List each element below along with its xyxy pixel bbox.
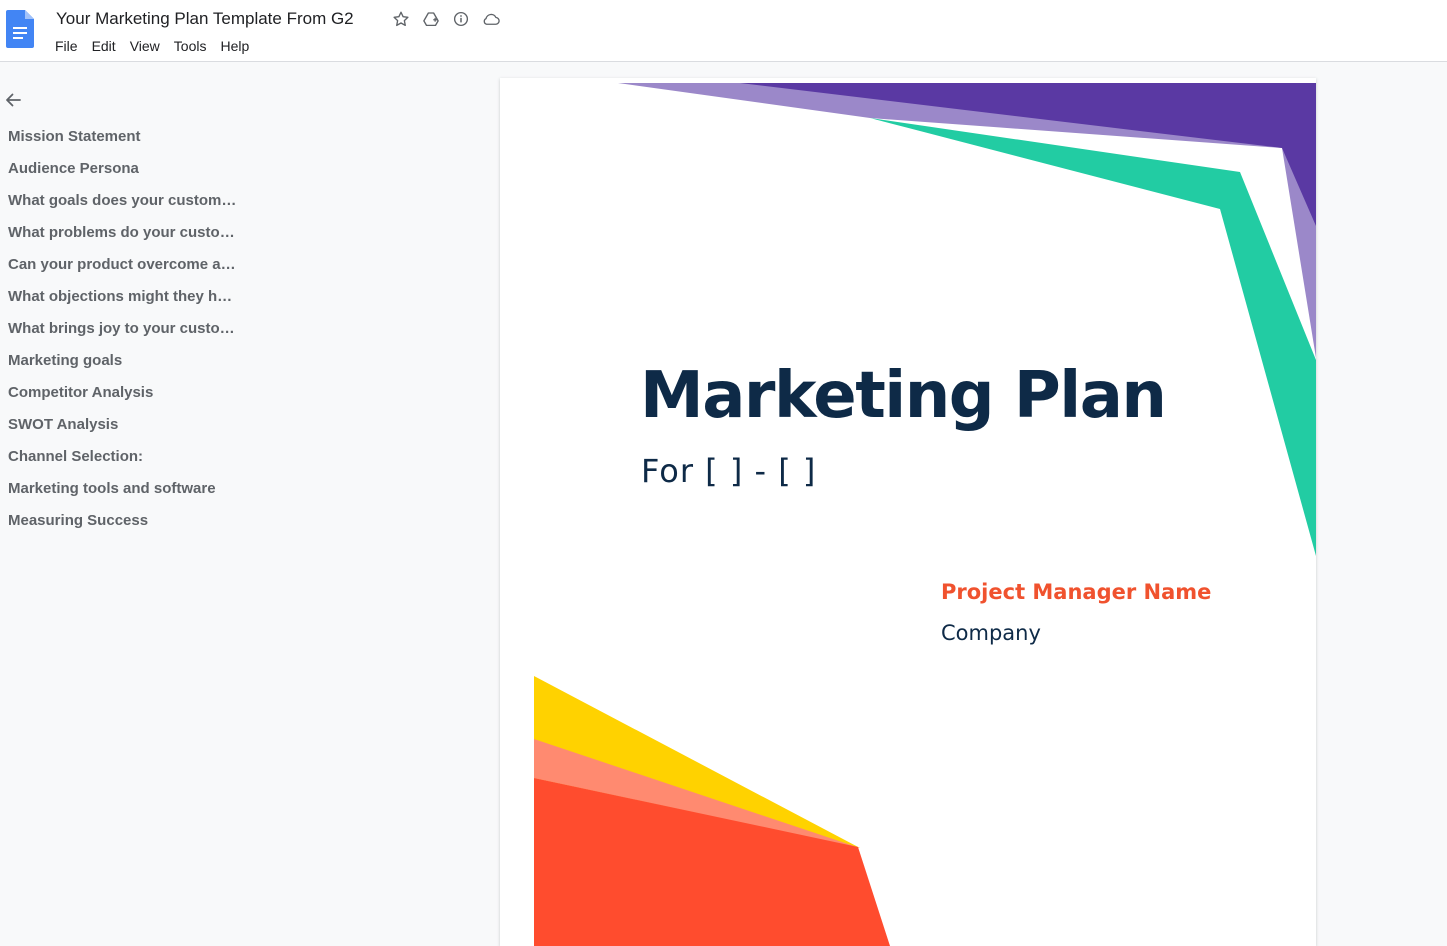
outline-item[interactable]: Mission Statement bbox=[8, 127, 238, 159]
menu-tools[interactable]: Tools bbox=[167, 35, 214, 57]
docs-logo-icon[interactable] bbox=[6, 10, 34, 48]
menu-file[interactable]: File bbox=[48, 35, 85, 57]
back-arrow-icon[interactable] bbox=[3, 90, 23, 110]
menu-edit[interactable]: Edit bbox=[85, 35, 123, 57]
cover-decoration bbox=[534, 83, 1316, 946]
outline-item[interactable]: Marketing tools and software bbox=[8, 479, 238, 511]
outline-item[interactable]: Can your product overcome any of these p… bbox=[8, 255, 238, 287]
menu-help[interactable]: Help bbox=[213, 35, 256, 57]
cover-subtitle: For [ ] - [ ] bbox=[641, 452, 817, 490]
outline-item[interactable]: What goals does your customer have? bbox=[8, 191, 238, 223]
company-name: Company bbox=[941, 621, 1041, 645]
info-icon[interactable] bbox=[450, 8, 472, 30]
document-outline: Mission Statement Audience Persona What … bbox=[0, 63, 260, 946]
outline-list: Mission Statement Audience Persona What … bbox=[8, 127, 238, 543]
menu-bar: File Edit View Tools Help bbox=[48, 35, 256, 57]
cover-title: Marketing Plan bbox=[640, 359, 1167, 433]
menu-view[interactable]: View bbox=[123, 35, 167, 57]
outline-item[interactable]: Measuring Success bbox=[8, 511, 238, 543]
title-icons bbox=[390, 8, 502, 30]
document-title[interactable]: Your Marketing Plan Template From G2 bbox=[56, 7, 354, 31]
star-icon[interactable] bbox=[390, 8, 412, 30]
project-manager-name: Project Manager Name bbox=[941, 580, 1212, 604]
move-to-drive-icon[interactable] bbox=[420, 8, 442, 30]
outline-item[interactable]: Competitor Analysis bbox=[8, 383, 238, 415]
outline-item[interactable]: Channel Selection: bbox=[8, 447, 238, 479]
cloud-status-icon[interactable] bbox=[480, 8, 502, 30]
outline-item[interactable]: Audience Persona bbox=[8, 159, 238, 191]
docs-header: Your Marketing Plan Template From G2 Fil… bbox=[0, 0, 1447, 62]
outline-item[interactable]: Marketing goals bbox=[8, 351, 238, 383]
outline-item[interactable]: SWOT Analysis bbox=[8, 415, 238, 447]
document-page[interactable]: Marketing Plan For [ ] - [ ] Project Man… bbox=[500, 78, 1316, 946]
decor-teal bbox=[870, 118, 1316, 556]
outline-item[interactable]: What objections might they have? bbox=[8, 287, 238, 319]
outline-item[interactable]: What brings joy to your customers? bbox=[8, 319, 238, 351]
outline-item[interactable]: What problems do your customers face? bbox=[8, 223, 238, 255]
